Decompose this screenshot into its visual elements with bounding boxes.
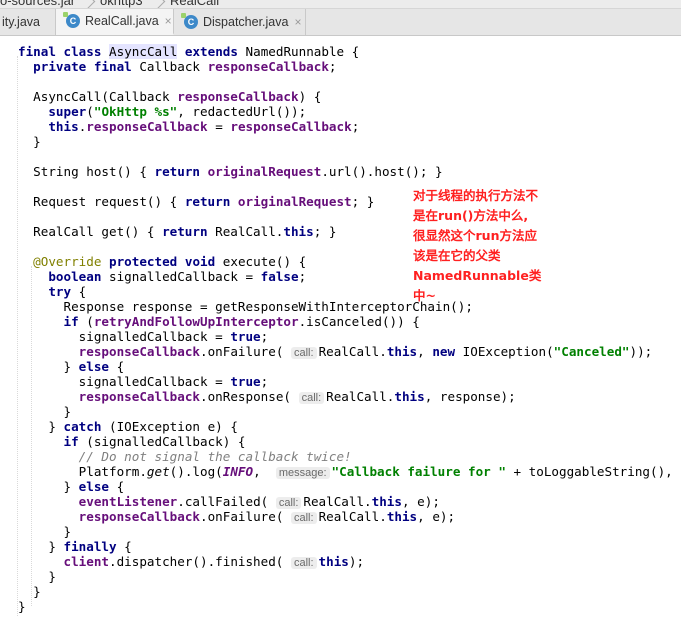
breadcrumb-separator <box>79 0 96 8</box>
tab-label: ity.java <box>2 15 40 29</box>
breadcrumb-separator <box>149 0 166 8</box>
code-line[interactable]: signalledCallback = true; <box>18 374 269 389</box>
code-line[interactable]: RealCall get() { return RealCall.this; } <box>18 224 336 239</box>
annotation-note: 对于线程的执行方法不 是在run()方法中么, 很显然这个run方法应 该是在它的父类… <box>413 186 573 306</box>
annotation-line: NamedRunnable类 <box>413 268 542 283</box>
editor-gutter[interactable] <box>0 36 14 627</box>
code-line[interactable]: if (retryAndFollowUpInterceptor.isCancel… <box>18 314 420 329</box>
code-line[interactable]: } else { <box>18 359 124 374</box>
code-line[interactable]: Response response = getResponseWithInter… <box>18 299 472 314</box>
code-line[interactable]: client.dispatcher().finished( call: this)… <box>18 554 364 571</box>
code-line[interactable]: try { <box>18 284 86 299</box>
code-line[interactable]: responseCallback.onFailure( call: RealCal… <box>18 509 455 526</box>
code-line[interactable]: // Do not signal the callback twice! <box>18 449 352 464</box>
code-line[interactable]: boolean signalledCallback = false; <box>18 269 306 284</box>
code-line[interactable]: } catch (IOException e) { <box>18 419 238 434</box>
breadcrumb: o-sources.jar okhttp3 RealCall <box>0 0 681 9</box>
tab-label: Dispatcher.java <box>203 15 289 29</box>
code-line[interactable]: responseCallback.onResponse( call: RealCa… <box>18 389 516 406</box>
code-line[interactable]: if (signalledCallback) { <box>18 434 246 449</box>
code-line[interactable]: } <box>18 584 41 599</box>
code-line[interactable]: signalledCallback = true; <box>18 329 269 344</box>
annotation-line: 中~ <box>413 288 436 303</box>
tab-dispatcher-java[interactable]: C Dispatcher.java × <box>174 9 306 35</box>
class-icon: C <box>181 13 198 29</box>
tab-activity-java[interactable]: ity.java <box>0 9 56 35</box>
annotation-line: 对于线程的执行方法不 <box>413 188 539 203</box>
code-line[interactable]: } <box>18 404 71 419</box>
code-line[interactable]: } <box>18 524 71 539</box>
code-editor[interactable]: final class AsyncCall extends NamedRunna… <box>0 36 681 627</box>
code-line[interactable]: AsyncCall(Callback responseCallback) { <box>18 89 321 104</box>
code-line[interactable]: String host() { return originalRequest.u… <box>18 164 442 179</box>
class-icon: C <box>63 12 80 28</box>
code-line[interactable]: } finally { <box>18 539 131 554</box>
annotation-line: 很显然这个run方法应 <box>413 228 537 243</box>
code-line[interactable]: } <box>18 599 26 614</box>
tab-realcall-java[interactable]: C RealCall.java × <box>56 9 174 35</box>
breadcrumb-item-package[interactable]: okhttp3 <box>100 0 143 8</box>
code-line[interactable]: super("OkHttp %s", redactedUrl()); <box>18 104 306 119</box>
code-line[interactable]: this.responseCallback = responseCallback… <box>18 119 359 134</box>
code-line[interactable]: } <box>18 134 41 149</box>
code-line[interactable]: } else { <box>18 479 124 494</box>
code-line[interactable]: final class AsyncCall extends NamedRunna… <box>18 44 359 59</box>
code-line[interactable]: @Override protected void execute() { <box>18 254 306 269</box>
breadcrumb-item-jar[interactable]: o-sources.jar <box>0 0 75 8</box>
editor-tab-bar: ity.java C RealCall.java × C Dispatcher.… <box>0 9 681 36</box>
code-line[interactable]: Request request() { return originalReque… <box>18 194 374 209</box>
close-tab-icon[interactable]: × <box>294 15 301 29</box>
tab-label: RealCall.java <box>85 14 159 28</box>
annotation-line: 是在run()方法中么, <box>413 208 529 223</box>
annotation-line: 该是在它的父类 <box>413 248 501 263</box>
code-line[interactable]: } <box>18 569 56 584</box>
breadcrumb-item-class[interactable]: RealCall <box>170 0 219 8</box>
close-tab-icon[interactable]: × <box>165 14 172 28</box>
code-line[interactable]: private final Callback responseCallback; <box>18 59 336 74</box>
